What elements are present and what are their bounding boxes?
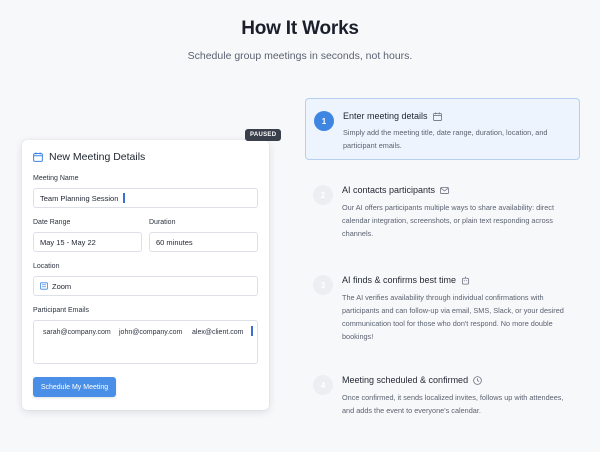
step-title: AI finds & confirms best time bbox=[342, 275, 470, 285]
email-chip: alex@client.com bbox=[192, 329, 244, 336]
calendar-icon bbox=[432, 111, 442, 121]
location-input[interactable]: Zoom bbox=[33, 276, 258, 296]
text-cursor bbox=[123, 193, 125, 203]
page-subtitle: Schedule group meetings in seconds, not … bbox=[187, 50, 413, 62]
text-cursor bbox=[251, 326, 253, 336]
schedule-meeting-button[interactable]: Schedule My Meeting bbox=[33, 377, 116, 397]
step-title-text: Enter meeting details bbox=[343, 111, 428, 121]
step-description: Our AI offers participants multiple ways… bbox=[342, 203, 554, 238]
step-number: 4 bbox=[313, 375, 333, 395]
step-title-text: AI finds & confirms best time bbox=[342, 275, 457, 285]
location-value: Zoom bbox=[52, 281, 72, 291]
meeting-name-value: Team Planning Session bbox=[40, 193, 119, 203]
step-4[interactable]: 4 Meeting scheduled & confirmed Once con… bbox=[305, 375, 580, 425]
card-title: New Meeting Details bbox=[49, 151, 146, 163]
duration-value: 60 minutes bbox=[156, 237, 193, 247]
step-number: 2 bbox=[313, 185, 333, 205]
step-number: 3 bbox=[313, 275, 333, 295]
duration-input[interactable]: 60 minutes bbox=[149, 232, 258, 252]
step-title: AI contacts participants bbox=[342, 185, 449, 195]
step-title-text: Meeting scheduled & confirmed bbox=[342, 375, 469, 385]
date-range-value: May 15 - May 22 bbox=[40, 237, 96, 247]
step-2[interactable]: 2 AI contacts participants Our AI offers… bbox=[305, 183, 580, 245]
clock-icon bbox=[473, 375, 482, 385]
step-number: 1 bbox=[314, 111, 334, 131]
duration-label: Duration bbox=[149, 219, 176, 226]
step-description: Simply add the meeting title, date range… bbox=[343, 128, 548, 150]
email-chip: sarah@company.com bbox=[43, 329, 111, 336]
email-chip: john@company.com bbox=[119, 329, 183, 336]
calendar-icon bbox=[33, 152, 43, 162]
card-header: New Meeting Details bbox=[33, 151, 145, 163]
participant-emails-label: Participant Emails bbox=[33, 307, 90, 314]
robot-icon bbox=[461, 275, 470, 285]
step-3[interactable]: 3 AI finds & confirms best time The AI v… bbox=[305, 273, 580, 353]
step-title: Meeting scheduled & confirmed bbox=[342, 375, 482, 385]
status-badge: PAUSED bbox=[245, 129, 282, 141]
date-range-label: Date Range bbox=[33, 219, 71, 226]
date-range-input[interactable]: May 15 - May 22 bbox=[33, 232, 142, 252]
page-title: How It Works bbox=[241, 18, 359, 39]
step-1[interactable]: 1 Enter meeting details Simply add the m… bbox=[305, 98, 580, 160]
video-icon bbox=[40, 282, 48, 290]
step-title-text: AI contacts participants bbox=[342, 185, 436, 195]
meeting-name-input[interactable]: Team Planning Session bbox=[33, 188, 258, 208]
meeting-form-card: New Meeting Details Meeting Name Team Pl… bbox=[22, 140, 269, 410]
step-title: Enter meeting details bbox=[343, 111, 442, 121]
meeting-name-label: Meeting Name bbox=[33, 175, 79, 182]
step-description: Once confirmed, it sends localized invit… bbox=[342, 393, 564, 415]
step-description: The AI verifies availability through ind… bbox=[342, 293, 564, 341]
participant-emails-input[interactable]: sarah@company.com john@company.com alex@… bbox=[33, 320, 258, 364]
mail-icon bbox=[440, 186, 449, 194]
location-label: Location bbox=[33, 263, 60, 270]
